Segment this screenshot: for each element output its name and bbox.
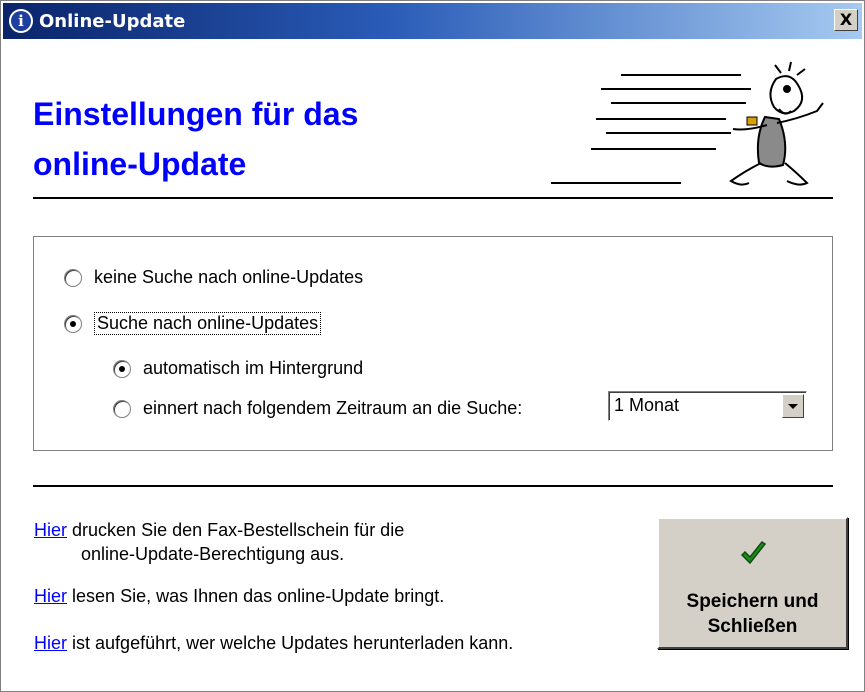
page-heading: Einstellungen für das online-Update xyxy=(33,89,358,189)
dropdown-button[interactable] xyxy=(782,394,804,418)
close-icon: X xyxy=(839,10,853,29)
option-no-search-label: keine Suche nach online-Updates xyxy=(94,267,364,287)
radio-automatic[interactable] xyxy=(113,359,131,378)
heading-line-1: Einstellungen für das xyxy=(33,96,359,132)
chevron-down-icon xyxy=(788,403,798,409)
interval-select[interactable]: 1 Monat xyxy=(608,391,807,421)
link-fax-order[interactable]: Hier xyxy=(34,520,67,540)
option-remind[interactable]: einnert nach folgendem Zeitraum an die S… xyxy=(113,398,522,419)
option-no-search[interactable]: keine Suche nach online-Updates xyxy=(64,267,363,288)
save-button-label: Speichern und Schließen xyxy=(687,589,819,639)
link-fax-order-text-2: online-Update-Berechtigung aus. xyxy=(81,544,345,564)
radio-no-search[interactable] xyxy=(64,268,82,287)
window-title: Online-Update xyxy=(39,10,186,32)
link-who-can-download-text: ist aufgeführt, wer welche Updates herun… xyxy=(72,633,514,653)
link-benefits[interactable]: Hier xyxy=(34,586,67,606)
link-fax-order-text: drucken Sie den Fax-Bestellschein für di… xyxy=(72,520,405,540)
link-row-who-can-download: Hier ist aufgeführt, wer welche Updates … xyxy=(34,631,513,655)
title-bar[interactable]: i Online-Update X xyxy=(3,3,862,39)
option-automatic-label: automatisch im Hintergrund xyxy=(143,358,364,378)
interval-select-value: 1 Monat xyxy=(614,395,680,415)
link-benefits-text: lesen Sie, was Ihnen das online-Update b… xyxy=(72,586,445,606)
heading-line-2: online-Update xyxy=(33,146,247,182)
save-button-label-line-1: Speichern und xyxy=(686,591,819,612)
checkmark-icon xyxy=(740,540,766,565)
header-separator xyxy=(33,197,833,199)
info-icon: i xyxy=(9,9,33,33)
footer-separator xyxy=(33,485,833,487)
radio-search[interactable] xyxy=(64,314,82,333)
radio-remind[interactable] xyxy=(113,399,131,418)
info-icon-glyph: i xyxy=(11,11,31,31)
save-and-close-button[interactable]: Speichern und Schließen xyxy=(657,517,848,649)
save-button-label-line-2: Schließen xyxy=(707,616,798,637)
link-who-can-download[interactable]: Hier xyxy=(34,633,67,653)
running-man-illustration xyxy=(551,61,824,186)
link-row-benefits: Hier lesen Sie, was Ihnen das online-Upd… xyxy=(34,584,444,608)
close-button[interactable]: X xyxy=(834,9,858,31)
option-remind-label: einnert nach folgendem Zeitraum an die S… xyxy=(143,398,523,418)
online-update-dialog: i Online-Update X Einstellungen für das … xyxy=(0,0,865,692)
option-search[interactable]: Suche nach online-Updates xyxy=(64,312,322,335)
option-automatic[interactable]: automatisch im Hintergrund xyxy=(113,358,363,379)
option-search-label: Suche nach online-Updates xyxy=(94,312,322,335)
link-row-fax-order: Hier drucken Sie den Fax-Bestellschein f… xyxy=(34,518,404,566)
